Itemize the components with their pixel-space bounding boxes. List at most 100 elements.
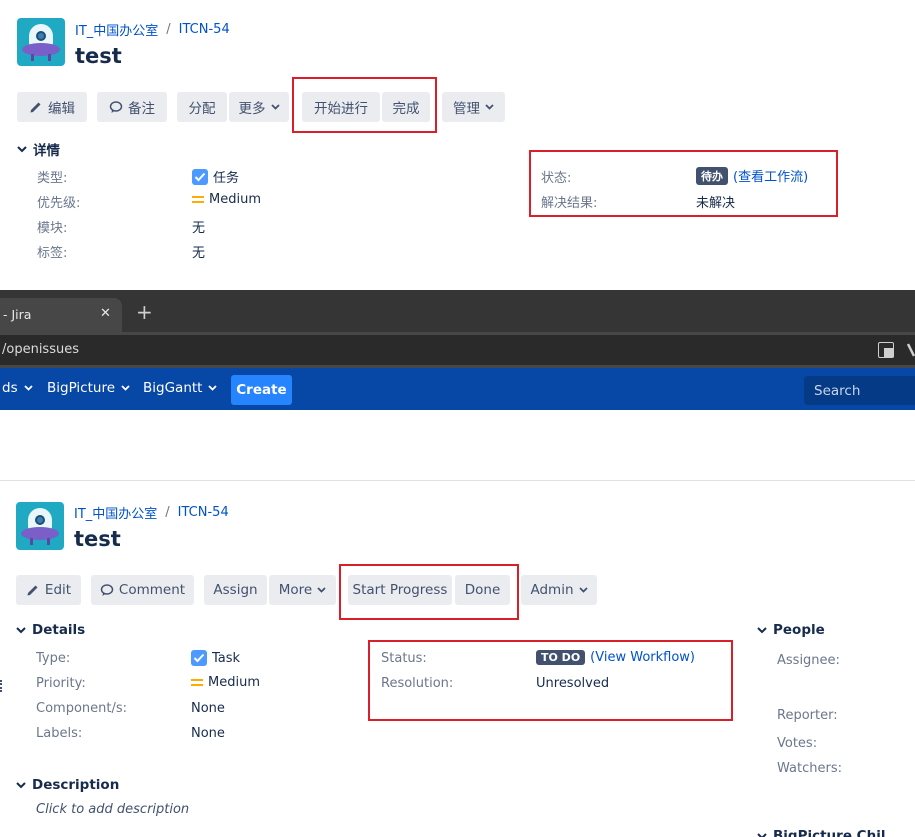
chevron-down-icon [16, 626, 26, 633]
en-assign-label: Assign [213, 582, 258, 598]
task-icon [192, 168, 208, 185]
browser-tab[interactable]: - Jira ✕ [0, 298, 122, 332]
en-priority-label: Priority: [36, 676, 86, 691]
nav-item-dashboards[interactable]: ds [2, 380, 33, 396]
cn-details-heading[interactable]: 详情 [17, 139, 60, 159]
en-comment-label: Comment [118, 582, 186, 598]
cn-labels-label: 标签: [37, 246, 68, 261]
en-admin-label: Admin [530, 582, 574, 598]
chevron-down-icon [270, 104, 280, 110]
en-labels-value[interactable]: None [191, 726, 225, 741]
en-more-button[interactable]: More [269, 575, 336, 605]
description-heading[interactable]: Description [16, 777, 119, 793]
cn-status-highlight [529, 150, 838, 217]
en-more-label: More [278, 582, 313, 598]
en-component-value[interactable]: None [191, 701, 225, 716]
chevron-down-icon [317, 587, 326, 593]
en-assign-button[interactable]: Assign [204, 575, 267, 605]
browser-tab-title: - Jira [3, 307, 32, 322]
priority-medium-icon [192, 196, 204, 203]
en-breadcrumb: IT_中国办公室 / ITCN-54 [74, 503, 229, 522]
cn-type-label: 类型: [37, 171, 68, 186]
cn-more-button[interactable]: 更多 [229, 92, 289, 122]
cn-admin-button[interactable]: 管理 [442, 92, 505, 122]
cn-labels-value[interactable]: 无 [192, 242, 205, 261]
cn-priority-label: 优先级: [37, 196, 81, 211]
cn-priority-value: Medium [192, 192, 261, 207]
address-input[interactable]: /openissues [0, 335, 915, 365]
en-breadcrumb-project[interactable]: IT_中国办公室 [74, 503, 157, 522]
nav-item-biggantt[interactable]: BigGantt [143, 380, 218, 396]
tools-icon[interactable] [906, 342, 915, 358]
chevron-down-icon [757, 832, 767, 837]
chevron-down-icon [757, 626, 767, 633]
en-details-heading[interactable]: Details [16, 622, 85, 638]
cn-component-value[interactable]: 无 [192, 217, 205, 236]
en-breadcrumb-separator: / [165, 505, 170, 520]
bigpicture-heading[interactable]: BigPicture Chil [757, 828, 885, 837]
en-type-value: Task [191, 650, 240, 666]
browser-address-bar: /openissues [0, 332, 915, 368]
pencil-icon [27, 585, 38, 596]
en-type-label: Type: [36, 651, 71, 666]
cn-breadcrumb: IT_中国办公室 / ITCN-54 [75, 20, 230, 39]
browser-tab-bar: - Jira ✕ + [0, 290, 915, 332]
cn-breadcrumb-separator: / [166, 22, 171, 37]
cn-assign-button[interactable]: 分配 [177, 92, 227, 122]
close-icon[interactable]: ✕ [100, 306, 111, 321]
jira-top-nav: ds BigPicture BigGantt Create Search [0, 368, 915, 410]
translate-icon[interactable] [878, 342, 894, 358]
cn-comment-button[interactable]: 备注 [97, 92, 167, 122]
comment-icon [109, 101, 123, 113]
watchers-label: Watchers: [777, 761, 842, 776]
cn-component-label: 模块: [37, 221, 68, 236]
reporter-label: Reporter: [777, 708, 838, 723]
en-workflow-buttons-highlight [339, 564, 519, 620]
cn-type-value: 任务 [192, 167, 239, 186]
new-tab-icon[interactable]: + [136, 302, 153, 322]
cn-breadcrumb-issue-key[interactable]: ITCN-54 [179, 22, 230, 37]
en-comment-button[interactable]: Comment [91, 575, 194, 605]
en-edit-label: Edit [44, 582, 72, 598]
comment-icon [100, 584, 114, 596]
cn-breadcrumb-project[interactable]: IT_中国办公室 [75, 20, 158, 39]
assignee-label: Assignee: [777, 653, 840, 668]
cn-issue-title[interactable]: test [75, 44, 122, 68]
cn-edit-label: 编辑 [48, 101, 75, 117]
chevron-down-icon [485, 104, 494, 110]
en-issue-title[interactable]: test [74, 527, 121, 551]
chevron-down-icon [578, 587, 588, 593]
cn-comment-label: 备注 [128, 101, 155, 117]
drag-handle[interactable] [0, 680, 3, 692]
en-breadcrumb-issue-key[interactable]: ITCN-54 [178, 505, 229, 520]
en-status-highlight [368, 640, 733, 721]
chevron-down-icon [208, 385, 218, 391]
cn-workflow-buttons-highlight [292, 77, 437, 133]
priority-medium-icon [191, 679, 203, 686]
en-edit-button[interactable]: Edit [16, 575, 81, 605]
chevron-down-icon [121, 385, 130, 391]
pencil-icon [30, 102, 41, 113]
divider [0, 480, 915, 481]
en-priority-value: Medium [191, 675, 260, 690]
en-project-avatar[interactable] [16, 502, 64, 550]
people-heading[interactable]: People [757, 622, 825, 638]
chevron-down-icon [16, 781, 26, 788]
nav-item-bigpicture[interactable]: BigPicture [47, 380, 130, 396]
cn-admin-label: 管理 [453, 101, 480, 117]
chevron-down-icon [23, 385, 33, 391]
create-button[interactable]: Create [231, 375, 292, 405]
cn-more-label: 更多 [238, 101, 266, 117]
search-placeholder: Search [814, 382, 861, 399]
en-labels-label: Labels: [36, 726, 83, 741]
en-admin-button[interactable]: Admin [521, 575, 597, 605]
votes-label: Votes: [777, 736, 818, 751]
cn-edit-button[interactable]: 编辑 [17, 92, 87, 122]
cn-project-avatar[interactable] [17, 18, 65, 66]
description-placeholder[interactable]: Click to add description [36, 802, 189, 817]
chevron-down-icon [17, 145, 27, 152]
search-input[interactable]: Search [804, 376, 915, 405]
task-icon [191, 650, 207, 666]
cn-assign-label: 分配 [188, 101, 216, 117]
en-component-label: Component/s: [36, 701, 128, 716]
